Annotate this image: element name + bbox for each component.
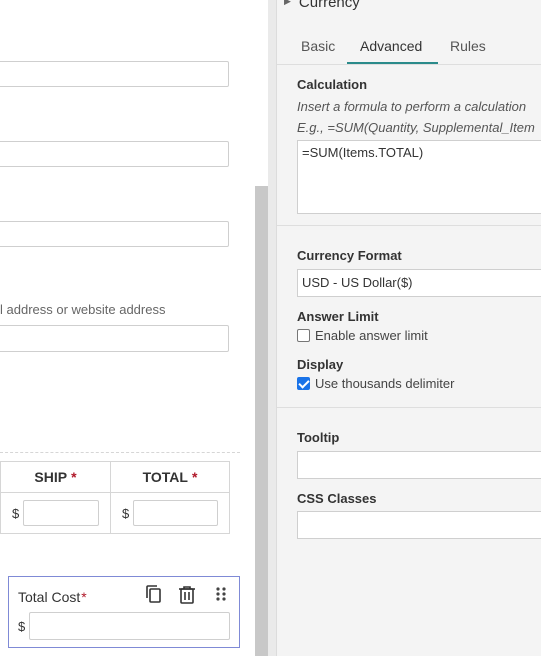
answer-limit-label: Answer Limit: [297, 309, 379, 324]
currency-symbol: $: [18, 619, 26, 634]
total-cost-label: Total Cost*: [18, 589, 87, 605]
thousands-delimiter-row[interactable]: Use thousands delimiter: [297, 376, 454, 391]
css-classes-input[interactable]: [297, 511, 541, 539]
section-divider: [277, 225, 541, 226]
form-canvas: l address or website address SHIP * TOTAL…: [0, 0, 255, 656]
properties-panel: ▶ Currency Basic Advanced Rules Calculati…: [276, 0, 541, 656]
required-marker: *: [71, 469, 77, 485]
copy-icon[interactable]: [144, 584, 164, 606]
total-input[interactable]: [133, 500, 219, 526]
currency-format-select[interactable]: USD - US Dollar($): [297, 269, 541, 297]
panel-gutter: [268, 0, 276, 656]
enable-answer-limit-checkbox[interactable]: [297, 329, 310, 342]
enable-answer-limit-label[interactable]: Enable answer limit: [315, 328, 428, 343]
tabs-divider: [277, 64, 541, 65]
form-field-input-1[interactable]: [0, 61, 229, 87]
section-divider: [0, 452, 240, 453]
enable-answer-limit-row[interactable]: Enable answer limit: [297, 328, 428, 343]
display-label: Display: [297, 357, 344, 372]
form-field-input-4[interactable]: [0, 325, 229, 352]
tooltip-input[interactable]: [297, 451, 541, 479]
expand-caret-icon[interactable]: ▶: [284, 0, 291, 6]
panel-tabs: Basic Advanced Rules: [277, 36, 541, 65]
tab-basic[interactable]: Basic: [301, 38, 335, 54]
section-divider: [277, 407, 541, 408]
ship-input[interactable]: [23, 500, 100, 526]
panel-title[interactable]: ▶ Currency: [284, 0, 360, 11]
drag-handle-icon[interactable]: [214, 584, 234, 606]
calculation-formula-textarea[interactable]: =SUM(Items.TOTAL): [297, 140, 541, 214]
tooltip-label: Tooltip: [297, 430, 340, 445]
currency-format-label: Currency Format: [297, 248, 402, 263]
tab-advanced[interactable]: Advanced: [360, 38, 422, 54]
required-marker: *: [191, 469, 198, 485]
calculation-help-line-1: Insert a formula to perform a calculatio…: [297, 99, 527, 114]
tab-rules[interactable]: Rules: [450, 38, 486, 54]
calculation-label: Calculation: [297, 77, 368, 92]
items-table: SHIP * TOTAL * $ $: [0, 461, 230, 534]
required-marker: *: [81, 589, 87, 605]
calculation-help-line-2: E.g., =SUM(Quantity, Supplemental_Item: [297, 120, 535, 135]
table-cell-total: $: [110, 492, 230, 534]
total-cost-field-card[interactable]: Total Cost* $: [8, 576, 240, 648]
canvas-scrollbar-thumb[interactable]: [255, 186, 268, 656]
column-header-total[interactable]: TOTAL *: [110, 461, 230, 493]
thousands-delimiter-label[interactable]: Use thousands delimiter: [315, 376, 454, 391]
field-hint-text: l address or website address: [0, 302, 166, 317]
total-cost-input[interactable]: [29, 612, 230, 640]
trash-icon[interactable]: [177, 584, 197, 606]
currency-symbol: $: [122, 505, 130, 521]
form-field-input-2[interactable]: [0, 141, 229, 167]
currency-symbol: $: [12, 505, 20, 521]
column-header-ship[interactable]: SHIP *: [0, 461, 111, 493]
css-classes-label: CSS Classes: [297, 491, 377, 506]
table-cell-ship: $: [0, 492, 111, 534]
thousands-delimiter-checkbox[interactable]: [297, 377, 310, 390]
form-field-input-3[interactable]: [0, 221, 229, 247]
